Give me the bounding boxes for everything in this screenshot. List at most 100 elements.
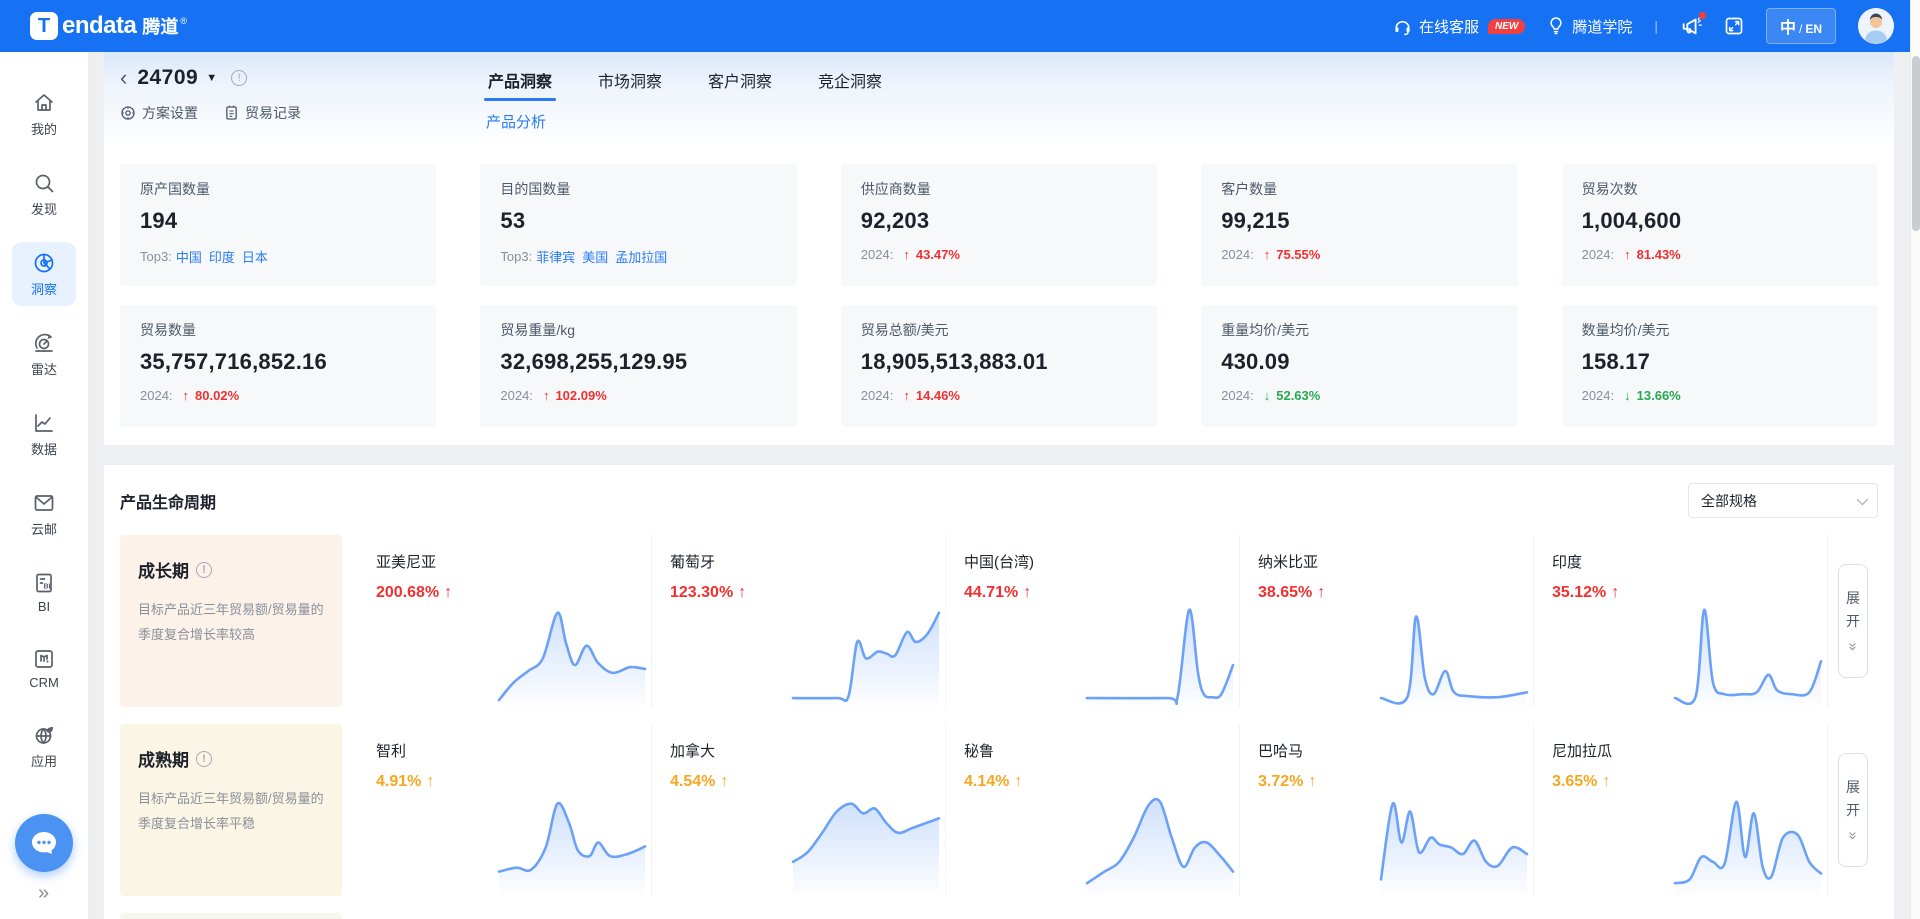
tendata-logo[interactable]: T endata 腾道 ® <box>30 12 187 40</box>
announcement-button[interactable] <box>1680 15 1702 37</box>
tab-市场洞察[interactable]: 市场洞察 <box>596 60 664 101</box>
up-arrow-icon: ↑ <box>444 584 452 601</box>
stat-value: 1,004,600 <box>1582 208 1858 234</box>
trend-sparkline-chart <box>497 599 647 705</box>
country-name: 亚美尼亚 <box>358 535 651 572</box>
globe-leaf-icon <box>32 723 56 747</box>
stat-title: 数量均价/美元 <box>1582 320 1858 340</box>
scheme-info-icon[interactable]: ! <box>231 70 247 86</box>
sidebar-item-insight[interactable]: 洞察 <box>12 242 76 306</box>
sidebar-expand-button[interactable]: » <box>38 872 50 919</box>
stat-card: 目的国数量53Top3:菲律宾美国孟加拉国 <box>480 164 796 286</box>
trend-sparkline-chart <box>1673 788 1823 894</box>
country-trend-card[interactable]: 智利4.91%↑ <box>358 724 652 896</box>
country-trend-card[interactable]: 尼加拉瓜3.65%↑ <box>1534 724 1828 896</box>
online-service-button[interactable]: 在线客服 NEW <box>1393 16 1525 37</box>
sidebar-item-mine[interactable]: 我的 <box>12 82 76 146</box>
top3-link[interactable]: 中国 <box>176 247 202 266</box>
tab-active-产品洞察[interactable]: 产品洞察 <box>486 60 554 101</box>
scheme-id[interactable]: 24709 <box>137 66 198 90</box>
tab-客户洞察[interactable]: 客户洞察 <box>706 60 774 101</box>
sidebar-item-apps[interactable]: 应用 <box>12 714 76 778</box>
up-arrow-icon: ↑ <box>1308 773 1316 790</box>
country-trend-card[interactable]: 亚美尼亚200.68%↑ <box>358 535 652 707</box>
page-scrollbar[interactable] <box>1910 0 1920 919</box>
stat-value: 430.09 <box>1221 349 1497 375</box>
stat-value: 35,757,716,852.16 <box>140 349 416 375</box>
stat-card: 贸易重量/kg32,698,255,129.952024:↑102.09% <box>480 305 796 427</box>
growth-rate-value: 4.54%↑ <box>652 761 945 791</box>
country-trend-card[interactable]: 加拿大4.54%↑ <box>652 724 946 896</box>
top3-link[interactable]: 菲律宾 <box>536 247 575 266</box>
fullscreen-button[interactable] <box>1724 16 1744 36</box>
country-name: 纳米比亚 <box>1240 535 1533 572</box>
country-trend-card[interactable]: 中国(台湾)44.71%↑ <box>946 535 1240 707</box>
up-arrow-icon: ↑ <box>1317 584 1325 601</box>
top3-link[interactable]: 孟加拉国 <box>615 247 667 266</box>
top3-label: Top3: <box>500 249 532 264</box>
country-trend-card[interactable]: 纳米比亚38.65%↑ <box>1240 535 1534 707</box>
country-trend-card[interactable]: 葡萄牙123.30%↑ <box>652 535 946 707</box>
top3-link[interactable]: 日本 <box>242 247 268 266</box>
yoy-year-label: 2024: <box>1221 388 1254 403</box>
growth-rate-value: 123.30%↑ <box>652 572 945 602</box>
stat-card: 贸易总额/美元18,905,513,883.012024:↑14.46% <box>841 305 1157 427</box>
scheme-dropdown-caret[interactable]: ▼ <box>206 72 217 84</box>
back-button[interactable]: ‹ <box>120 68 127 88</box>
main-content: ‹ 24709 ▼ ! 方案设置 贸易记录 <box>88 52 1920 919</box>
expand-button[interactable]: 展开» <box>1838 564 1868 678</box>
sidebar-item-discover[interactable]: 发现 <box>12 162 76 226</box>
pie-chart-icon <box>32 251 56 275</box>
mail-icon <box>32 491 56 515</box>
up-arrow-icon: ↑ <box>720 773 728 790</box>
stat-footer: Top3:中国印度日本 <box>140 247 416 266</box>
megaphone-icon <box>1680 15 1702 37</box>
sidebar-item-cloud-mail[interactable]: 云邮 <box>12 482 76 546</box>
stage-title: 成长期! <box>138 557 324 582</box>
academy-button[interactable]: 腾道学院 <box>1547 16 1632 37</box>
country-trend-card[interactable]: 秘鲁4.14%↑ <box>946 724 1240 896</box>
scrollbar-thumb[interactable] <box>1912 56 1920 231</box>
spec-filter-select[interactable]: 全部规格 <box>1688 483 1878 518</box>
stat-footer: 2024:↑14.46% <box>861 388 1137 403</box>
user-avatar[interactable] <box>1858 8 1894 44</box>
tab-竞企洞察[interactable]: 竞企洞察 <box>816 60 884 101</box>
sidebar-item-label: 洞察 <box>31 279 57 298</box>
expand-label-char: 展 <box>1846 777 1860 797</box>
svg-text:BI: BI <box>44 584 51 591</box>
sidebar-item-label: BI <box>38 599 50 614</box>
stat-footer: 2024:↓13.66% <box>1582 388 1858 403</box>
stage-block: 成长期!目标产品近三年贸易额/贸易量的季度复合增长率较高 <box>120 535 342 707</box>
sidebar-item-data[interactable]: 数据 <box>12 402 76 466</box>
chat-fab-button[interactable] <box>15 814 73 872</box>
stat-title: 客户数量 <box>1221 179 1497 199</box>
bi-report-icon: BI <box>32 571 56 595</box>
sidebar-item-bi[interactable]: BI BI <box>12 562 76 622</box>
overview-panel: ‹ 24709 ▼ ! 方案设置 贸易记录 <box>104 52 1894 445</box>
crm-icon <box>32 647 56 671</box>
trend-sparkline-chart <box>791 599 941 705</box>
document-icon <box>224 105 239 121</box>
top3-link[interactable]: 印度 <box>209 247 235 266</box>
stage-title: 成熟期! <box>138 746 324 771</box>
stage-info-icon[interactable]: ! <box>196 562 212 578</box>
trade-records-link[interactable]: 贸易记录 <box>224 103 301 123</box>
stat-footer: Top3: 菲律宾美国孟加拉国 <box>500 247 776 266</box>
stat-title: 贸易数量 <box>140 320 416 340</box>
language-toggle[interactable]: 中 / EN <box>1766 8 1836 44</box>
yoy-change-value: 14.46% <box>916 388 960 403</box>
sidebar-item-label: CRM <box>29 675 59 690</box>
stat-value: 158.17 <box>1582 349 1858 375</box>
left-sidebar: 我的发现洞察雷达数据云邮 BI BI CRM 应用 » <box>0 52 88 919</box>
trend-sparkline-chart <box>1673 599 1823 705</box>
expand-button[interactable]: 展开» <box>1838 753 1868 867</box>
top3-link[interactable]: 美国 <box>582 247 608 266</box>
stage-info-icon[interactable]: ! <box>196 751 212 767</box>
sidebar-item-crm[interactable]: CRM <box>12 638 76 698</box>
country-trend-card[interactable]: 印度35.12%↑ <box>1534 535 1828 707</box>
chevron-down-icon <box>1857 493 1868 504</box>
sidebar-item-radar[interactable]: 雷达 <box>12 322 76 386</box>
plan-settings-link[interactable]: 方案设置 <box>120 103 198 123</box>
country-trend-card[interactable]: 巴哈马3.72%↑ <box>1240 724 1534 896</box>
tab-product-analysis[interactable]: 产品分析 <box>486 111 546 132</box>
